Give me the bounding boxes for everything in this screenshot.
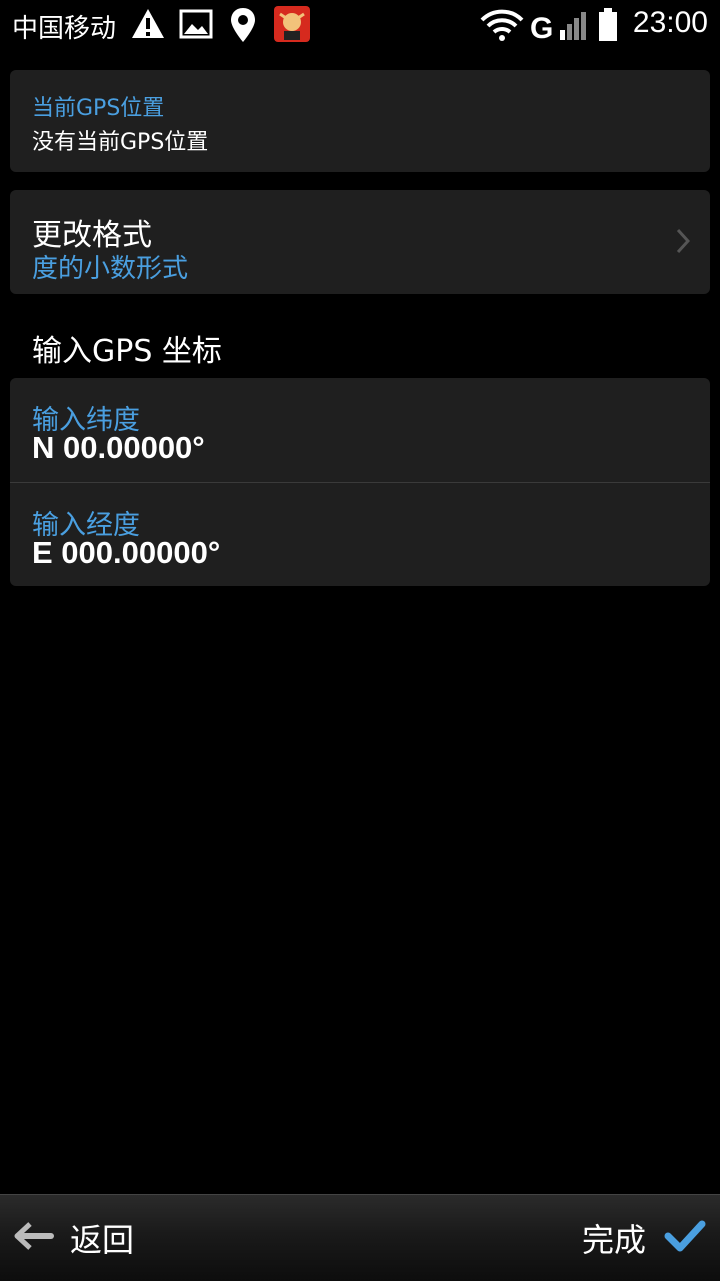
checkmark-icon xyxy=(664,1219,706,1257)
svg-text:G: G xyxy=(530,12,553,42)
longitude-value: E 000.00000° xyxy=(32,535,221,570)
app-icon xyxy=(274,6,310,46)
back-arrow-icon xyxy=(14,1221,54,1255)
done-label: 完成 xyxy=(581,1221,646,1259)
done-button[interactable]: 完成 xyxy=(582,1215,706,1261)
latitude-input[interactable]: 输入纬度 N 00.00000° xyxy=(10,378,710,482)
status-bar: 中国移动 G 23:00 xyxy=(0,0,720,52)
battery-icon xyxy=(598,8,618,46)
carrier-label: 中国移动 xyxy=(12,14,117,44)
change-format-value: 度的小数形式 xyxy=(32,254,189,284)
current-gps-card: 当前GPS位置 没有当前GPS位置 xyxy=(10,70,710,172)
latitude-value: N 00.00000° xyxy=(32,430,205,465)
change-format-item[interactable]: 更改格式 度的小数形式 xyxy=(10,190,710,294)
clock: 23:00 xyxy=(632,6,708,39)
coordinates-card: 输入纬度 N 00.00000° 输入经度 E 000.00000° xyxy=(10,378,710,586)
signal-icon: G xyxy=(530,6,588,46)
longitude-input[interactable]: 输入经度 E 000.00000° xyxy=(10,483,710,587)
location-pin-icon xyxy=(228,6,258,48)
bottom-action-bar: 返回 完成 xyxy=(0,1194,720,1281)
back-button[interactable]: 返回 xyxy=(14,1215,134,1261)
current-gps-title: 当前GPS位置 xyxy=(32,96,165,121)
warning-icon xyxy=(130,6,166,46)
wifi-icon xyxy=(480,8,524,46)
chevron-right-icon xyxy=(676,228,691,258)
image-icon xyxy=(178,6,214,46)
back-label: 返回 xyxy=(70,1221,135,1259)
section-label-gps-coordinates: 输入GPS 坐标 xyxy=(32,334,222,369)
current-gps-value: 没有当前GPS位置 xyxy=(32,130,209,155)
